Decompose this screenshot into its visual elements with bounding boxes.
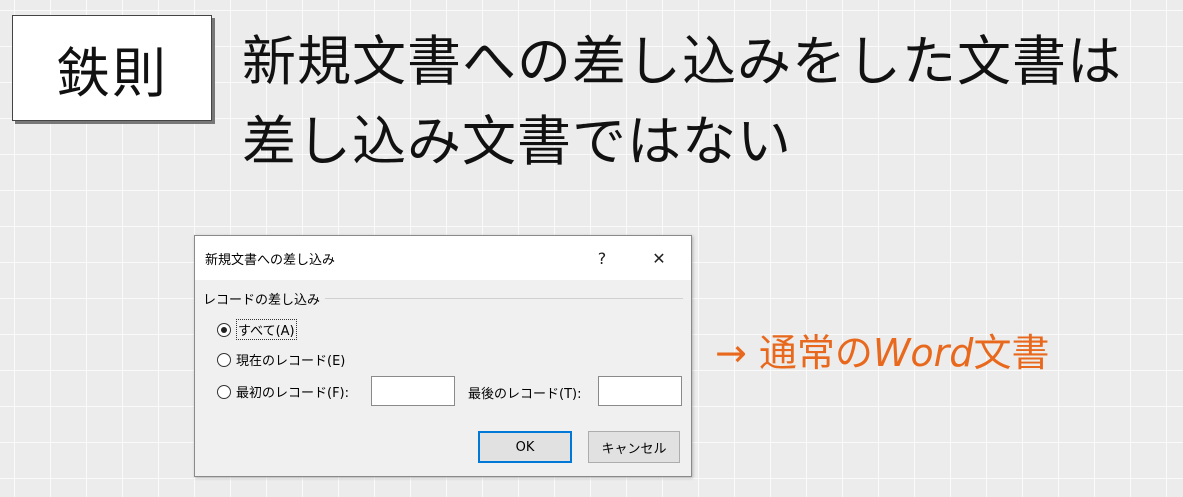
headline-line-1: 新規文書への差し込みをした文書は [242,30,1122,93]
help-button[interactable]: ? [585,244,619,272]
group-divider [325,298,683,299]
merge-to-new-document-dialog: 新規文書への差し込み ? ✕ レコードの差し込み すべて(A) 現在のレコード(… [194,235,692,477]
result-note: → 通常の Word 文書 [715,322,1049,377]
close-button[interactable]: ✕ [642,244,676,272]
group-label: レコードの差し込み [203,293,321,308]
note-suffix: 文書 [973,331,1050,375]
radio-first[interactable]: 最初のレコード(F): [217,382,349,401]
radio-first-label: 最初のレコード(F): [236,386,350,401]
radio-all[interactable]: すべて(A) [217,319,297,340]
radio-all-button[interactable] [217,322,231,337]
note-prefix: 通常の [758,331,873,375]
note-word: Word [872,331,974,375]
radio-current-label: 現在のレコード(E) [236,354,346,369]
cancel-button[interactable]: キャンセル [588,431,680,463]
radio-current-button[interactable] [217,352,231,367]
help-icon: ? [597,248,607,268]
ok-button[interactable]: OK [478,431,572,463]
last-record-input[interactable] [598,376,682,406]
first-record-input[interactable] [371,376,455,406]
close-icon: ✕ [652,248,666,268]
radio-current[interactable]: 現在のレコード(E) [217,350,345,369]
radio-first-button[interactable] [217,384,231,399]
headline-line-2: 差し込み文書ではない [242,110,792,173]
radio-all-label: すべて(A) [236,319,297,340]
rule-label: 鉄則 [56,41,168,105]
dialog-title: 新規文書への差し込み [205,253,336,268]
right-arrow-icon: → [715,331,747,375]
headline: 新規文書への差し込みをした文書は 差し込み文書ではない [242,22,1172,182]
rule-badge: 鉄則 [12,15,212,121]
dialog-titlebar: 新規文書への差し込み ? ✕ [195,236,691,280]
last-record-label: 最後のレコード(T): [468,387,582,402]
